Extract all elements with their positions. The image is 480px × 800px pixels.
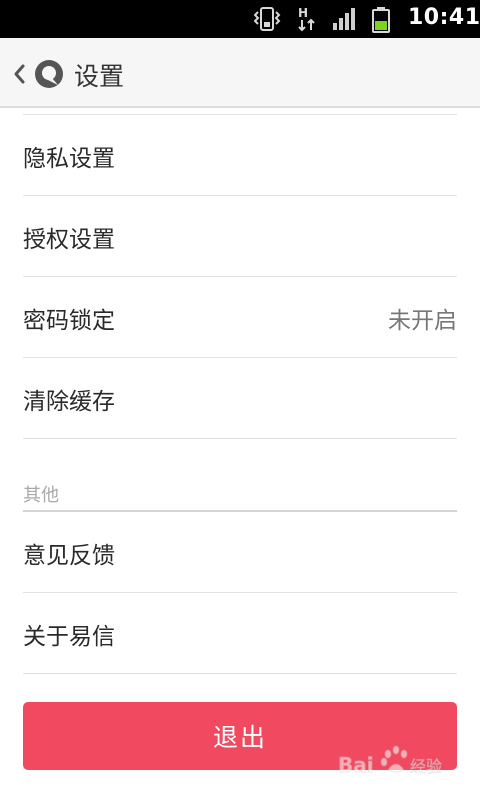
vibrate-icon bbox=[252, 6, 282, 36]
battery-icon bbox=[371, 6, 391, 38]
svg-text:经验: 经验 bbox=[410, 757, 442, 776]
setting-label: 密码锁定 bbox=[23, 308, 115, 334]
setting-row-authorization[interactable]: 授权设置 bbox=[23, 196, 457, 277]
setting-label: 清除缓存 bbox=[23, 389, 115, 415]
setting-row-feedback[interactable]: 意见反馈 bbox=[23, 512, 457, 593]
setting-label: 授权设置 bbox=[23, 227, 115, 253]
signal-icon bbox=[332, 6, 358, 36]
chevron-left-icon[interactable] bbox=[13, 64, 27, 88]
setting-value: 未开启 bbox=[388, 308, 457, 334]
setting-row-about[interactable]: 关于易信 bbox=[23, 593, 457, 674]
svg-text:H: H bbox=[298, 6, 308, 20]
status-bar: H 10:41 bbox=[0, 0, 480, 38]
section-title: 其他 bbox=[23, 485, 59, 506]
setting-row-privacy[interactable]: 隐私设置 bbox=[23, 115, 457, 196]
setting-row-password-lock[interactable]: 密码锁定 未开启 bbox=[23, 277, 457, 358]
svg-text:Bai: Bai bbox=[338, 753, 374, 777]
setting-label: 关于易信 bbox=[23, 624, 115, 650]
network-h-icon: H bbox=[296, 6, 320, 36]
page-title: 设置 bbox=[74, 62, 125, 91]
settings-list: 隐私设置 授权设置 密码锁定 未开启 清除缓存 其他 意见反馈 关于易信 bbox=[23, 108, 457, 674]
title-bar: 设置 bbox=[0, 38, 480, 108]
setting-row-clear-cache[interactable]: 清除缓存 bbox=[23, 358, 457, 439]
status-clock: 10:41 bbox=[408, 5, 480, 30]
baidu-paw-icon: Bai 经验 bbox=[336, 742, 456, 786]
yixin-logo-icon[interactable] bbox=[34, 59, 64, 93]
setting-label: 意见反馈 bbox=[23, 543, 115, 569]
setting-label: 隐私设置 bbox=[23, 146, 115, 172]
section-header-other: 其他 bbox=[23, 439, 457, 512]
